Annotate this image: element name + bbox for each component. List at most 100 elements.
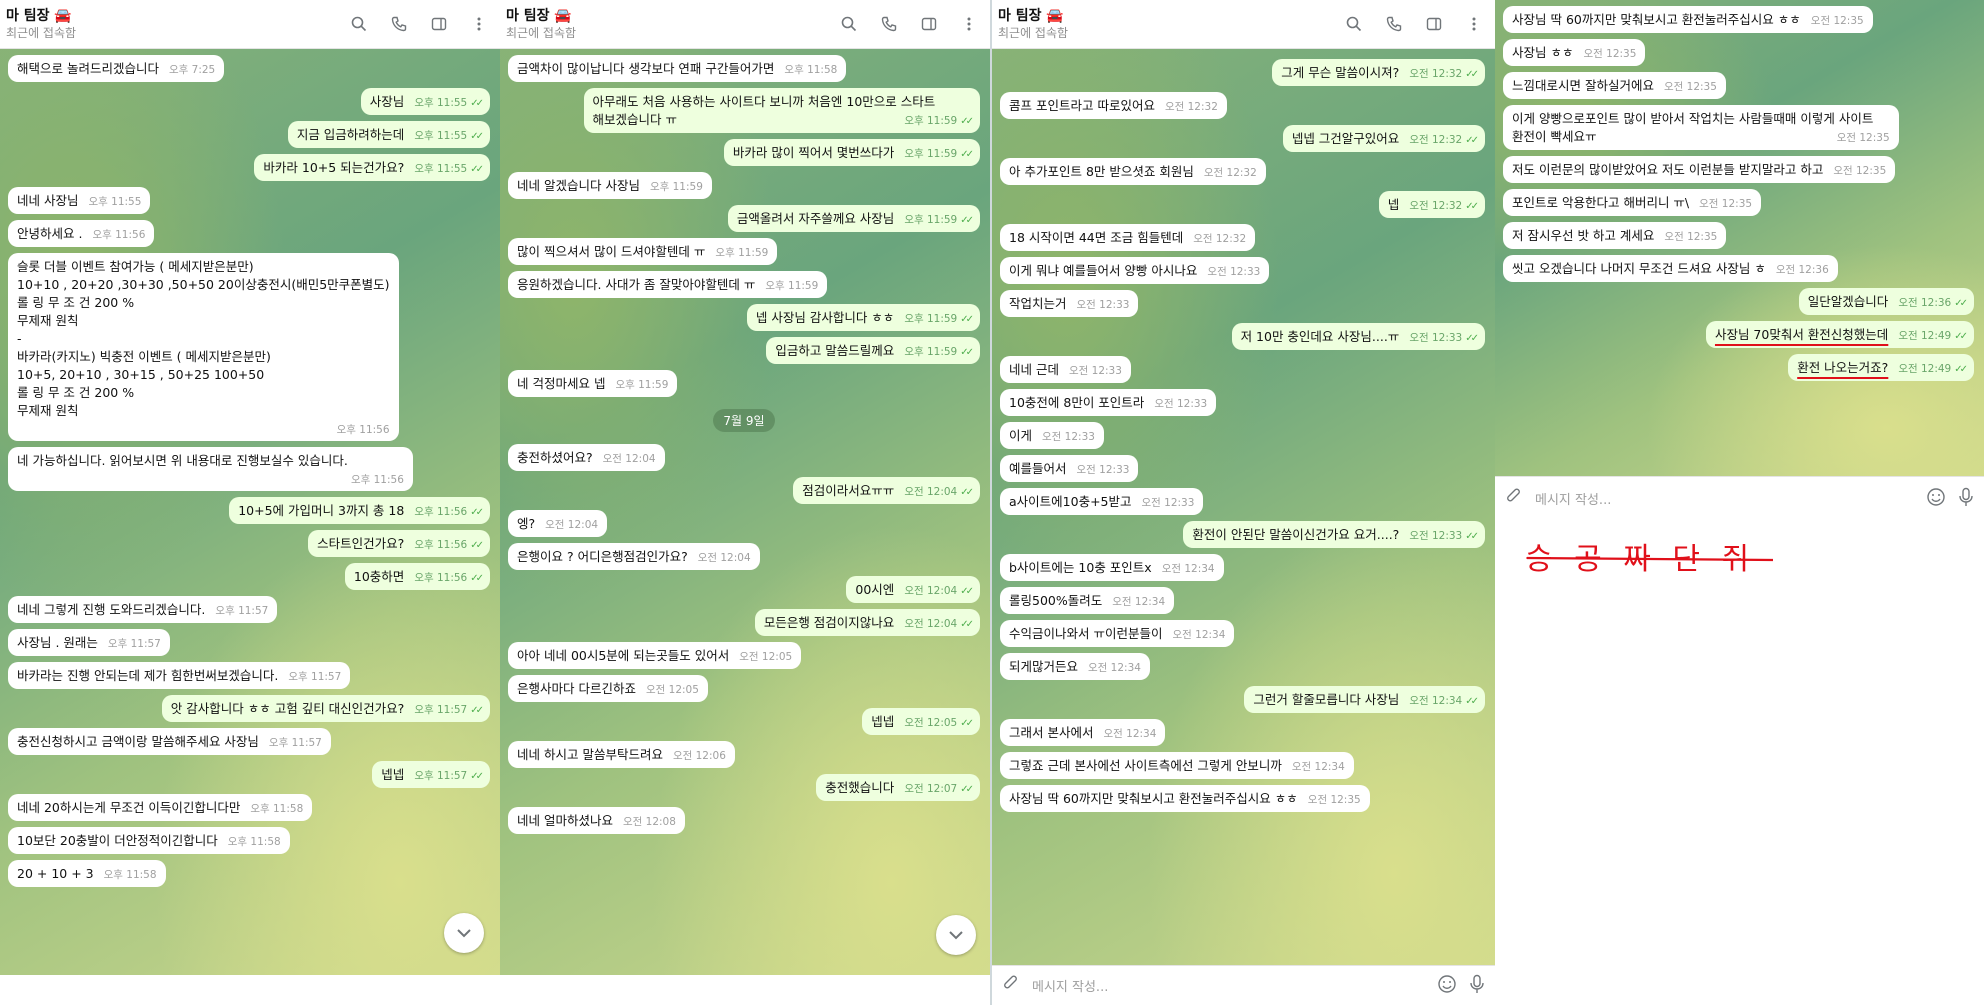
incoming-message[interactable]: 아 추가포인트 8만 받으셧죠 회원님 오전 12:32 (1000, 158, 1266, 185)
incoming-message[interactable]: 이게 뭐냐 예를들어서 양빵 아시나요 오전 12:33 (1000, 257, 1270, 284)
message-input[interactable]: 메시지 작성... (1032, 976, 1425, 995)
incoming-message[interactable]: 네 걱정마세요 넵 오후 11:59 (508, 370, 678, 397)
outgoing-message[interactable]: 모든은행 점검이지않나요 오전 12:04 ✓✓ (754, 609, 980, 636)
incoming-message[interactable]: 사장님 . 원래는 오후 11:57 (8, 629, 170, 656)
incoming-message[interactable]: 은행이요 ? 어디은행점검인가요? 오전 12:04 (508, 543, 760, 570)
incoming-message[interactable]: 예를들어서 오전 12:33 (1000, 455, 1139, 482)
incoming-message[interactable]: 안녕하세요 . 오후 11:56 (8, 220, 155, 247)
message-list[interactable]: 그게 무슨 말씀이시져? 오전 12:32 ✓✓ 콤프 포인트라고 따로있어요 오전 1… (992, 49, 1495, 965)
phone-icon[interactable] (876, 11, 902, 37)
incoming-message[interactable]: 포인트로 악용한다고 해버리니 ㅠ\ 오전 12:35 (1503, 189, 1762, 216)
incoming-message[interactable]: 씻고 오겠습니다 나머지 무조건 드셔요 사장님 ㅎ 오전 12:36 (1503, 255, 1838, 282)
search-icon[interactable] (1341, 11, 1367, 37)
phone-icon[interactable] (386, 11, 412, 37)
incoming-message[interactable]: 저 잠시우선 밧 하고 계세요 오전 12:35 (1503, 222, 1727, 249)
incoming-message[interactable]: 은행사마다 다르긴하죠 오전 12:05 (508, 675, 708, 702)
outgoing-message[interactable]: 점검이라서요ㅠㅠ 오전 12:04 ✓✓ (793, 477, 980, 504)
emoji-icon[interactable] (1926, 487, 1946, 511)
scroll-down-button[interactable] (444, 913, 484, 953)
incoming-message[interactable]: 충전하셨어요? 오전 12:04 (508, 444, 665, 471)
sidebar-icon[interactable] (1421, 11, 1447, 37)
sidebar-icon[interactable] (426, 11, 452, 37)
outgoing-message[interactable]: 아무래도 처음 사용하는 사이트다 보니까 처음엔 10만으로 스타트 해보겠습… (583, 88, 980, 133)
outgoing-message[interactable]: 넵넵 오전 12:05 ✓✓ (862, 708, 980, 735)
outgoing-message[interactable]: 넵넵 오후 11:57 ✓✓ (372, 761, 490, 788)
incoming-message[interactable]: 네네 그렇게 진행 도와드리겠습니다. 오후 11:57 (8, 596, 278, 623)
chat-header[interactable]: 마 팀장 🚘 최근에 접속함 (0, 0, 500, 49)
search-icon[interactable] (346, 11, 372, 37)
incoming-message[interactable]: 슬롯 더블 이벤트 참여가능 ( 메세지받은분만) 10+10 , 20+20 ,… (8, 253, 399, 441)
incoming-message[interactable]: 이게 양빵으로포인트 많이 받아서 작업치는 사람들때매 이렇게 사이트 환전이… (1503, 105, 1899, 150)
incoming-message[interactable]: 네네 20하시는게 무조건 이득이긴합니다만 오후 11:58 (8, 794, 313, 821)
incoming-message[interactable]: 작업치는거 오전 12:33 (1000, 290, 1139, 317)
outgoing-message[interactable]: 그런거 할줄모릅니다 사장님 오전 12:34 ✓✓ (1244, 686, 1485, 713)
outgoing-message[interactable]: 지금 입금하려하는데 오후 11:55 ✓✓ (287, 121, 490, 148)
incoming-message[interactable]: 느낌대로시면 잘하실거에요 오전 12:35 (1503, 72, 1726, 99)
scroll-down-button[interactable] (936, 915, 976, 955)
incoming-message[interactable]: 네네 사장님 오후 11:55 (8, 187, 151, 214)
outgoing-message[interactable]: 넵넵 그건알구있어요 오전 12:32 ✓✓ (1282, 125, 1485, 152)
message-list[interactable]: 사장님 딱 60까지만 맞춰보시고 환전눌러주십시요 ㅎㅎ 오전 12:35 사장님… (1495, 0, 1984, 476)
outgoing-message[interactable]: 그게 무슨 말씀이시져? 오전 12:32 ✓✓ (1272, 59, 1485, 86)
incoming-message[interactable]: 수익금이나와서 ㅠ이런분들이 오전 12:34 (1000, 620, 1235, 647)
incoming-message[interactable]: 그렇죠 근데 본사에선 사이트측에선 그렇게 안보니까 오전 12:34 (1000, 752, 1354, 779)
outgoing-message[interactable]: 충전했습니다 오전 12:07 ✓✓ (816, 774, 980, 801)
outgoing-message[interactable]: 금액올려서 자주쓸께요 사장님 오후 11:59 ✓✓ (727, 205, 980, 232)
incoming-message[interactable]: 사장님 딱 60까지만 맞춰보시고 환전눌러주십시요 ㅎㅎ 오전 12:35 (1000, 785, 1370, 812)
incoming-message[interactable]: 콤프 포인트라고 따로있어요 오전 12:32 (1000, 92, 1227, 119)
outgoing-message[interactable]: 10+5에 가입머니 3까지 총 18 오후 11:56 ✓✓ (229, 497, 490, 524)
outgoing-message[interactable]: 00시엔 오전 12:04 ✓✓ (846, 576, 980, 603)
incoming-message[interactable]: 10보단 20충발이 더안정적이긴합니다 오후 11:58 (8, 827, 290, 854)
incoming-message[interactable]: a사이트에10충+5받고 오전 12:33 (1000, 488, 1204, 515)
sidebar-icon[interactable] (916, 11, 942, 37)
outgoing-message[interactable]: 사장님 오후 11:55 ✓✓ (360, 88, 490, 115)
outgoing-message[interactable]: 앗 감사합니다 ㅎㅎ 고험 깊티 대신인건가요? 오후 11:57 ✓✓ (161, 695, 490, 722)
more-icon[interactable] (466, 11, 492, 37)
chat-header[interactable]: 마 팀장 🚘 최근에 접속함 (500, 0, 990, 49)
incoming-message[interactable]: 많이 찍으셔서 많이 드셔야할텐데 ㅠ 오후 11:59 (508, 238, 778, 265)
incoming-message[interactable]: 저도 이런문의 많이받았어요 저도 이런분들 받지말라고 하고 오전 12:35 (1503, 156, 1896, 183)
incoming-message[interactable]: b사이트에는 10충 포인트x 오전 12:34 (1000, 554, 1224, 581)
incoming-message[interactable]: 네네 알겠습니다 사장님 오후 11:59 (508, 172, 712, 199)
outgoing-message[interactable]: 사장님 70맞춰서 환전신청했는데 오전 12:49 ✓✓ (1705, 321, 1974, 348)
message-input[interactable]: 메시지 작성... (1535, 489, 1914, 508)
mic-icon[interactable] (1958, 487, 1974, 511)
outgoing-message[interactable]: 스타트인건가요? 오후 11:56 ✓✓ (308, 530, 490, 557)
incoming-message[interactable]: 바카라는 진행 안되는데 제가 힘한번써보겠습니다. 오후 11:57 (8, 662, 351, 689)
search-icon[interactable] (836, 11, 862, 37)
incoming-message[interactable]: 18 시작이면 44면 조금 힘들텐데 오전 12:32 (1000, 224, 1256, 251)
incoming-message[interactable]: 네네 근데 오전 12:33 (1000, 356, 1131, 383)
incoming-message[interactable]: 금액차이 많이납니다 생각보다 연패 구간들어가면 오후 11:58 (508, 55, 847, 82)
outgoing-message[interactable]: 바카라 10+5 되는건가요? 오후 11:55 ✓✓ (254, 154, 490, 181)
incoming-message[interactable]: 엥? 오전 12:04 (508, 510, 608, 537)
more-icon[interactable] (1461, 11, 1487, 37)
outgoing-message[interactable]: 환전 나오는거죠? 오전 12:49 ✓✓ (1788, 354, 1974, 381)
incoming-message[interactable]: 응원하겠습니다. 사대가 좀 잘맞아야할텐데 ㅠ 오후 11:59 (508, 271, 828, 298)
emoji-icon[interactable] (1437, 974, 1457, 998)
outgoing-message[interactable]: 10충하면 오후 11:56 ✓✓ (344, 563, 490, 590)
incoming-message[interactable]: 롤링500%돌려도 오전 12:34 (1000, 587, 1175, 614)
incoming-message[interactable]: 충전신청하시고 금액이랑 말씀해주세요 사장님 오후 11:57 (8, 728, 331, 755)
attach-icon[interactable] (1505, 488, 1523, 510)
incoming-message[interactable]: 이게 오전 12:33 (1000, 422, 1104, 449)
mic-icon[interactable] (1469, 974, 1485, 998)
incoming-message[interactable]: 20 + 10 + 3 오후 11:58 (8, 860, 166, 887)
attach-icon[interactable] (1002, 975, 1020, 997)
outgoing-message[interactable]: 바카라 많이 찍어서 몇번쓰다가 오후 11:59 ✓✓ (723, 139, 980, 166)
incoming-message[interactable]: 사장님 딱 60까지만 맞춰보시고 환전눌러주십시요 ㅎㅎ 오전 12:35 (1503, 6, 1873, 33)
incoming-message[interactable]: 10충전에 8만이 포인트라 오전 12:33 (1000, 389, 1217, 416)
chat-header[interactable]: 마 팀장 🚘 최근에 접속함 (992, 0, 1495, 49)
outgoing-message[interactable]: 일단알겠습니다 오전 12:36 ✓✓ (1798, 288, 1974, 315)
outgoing-message[interactable]: 넵 오전 12:32 ✓✓ (1378, 191, 1485, 218)
outgoing-message[interactable]: 입금하고 말씀드릴께요 오후 11:59 ✓✓ (766, 337, 980, 364)
incoming-message[interactable]: 해택으로 놀려드리겠습니다 오후 7:25 (8, 55, 225, 82)
incoming-message[interactable]: 네네 하시고 말씀부탁드려요 오전 12:06 (508, 741, 735, 768)
incoming-message[interactable]: 아아 네네 00시5분에 되는곳들도 있어서 오전 12:05 (508, 642, 802, 669)
outgoing-message[interactable]: 넵 사장님 감사합니다 ㅎㅎ 오후 11:59 ✓✓ (746, 304, 980, 331)
phone-icon[interactable] (1381, 11, 1407, 37)
incoming-message[interactable]: 되게많거든요 오전 12:34 (1000, 653, 1150, 680)
outgoing-message[interactable]: 환전이 안된단 말씀이신건가요 요거....? 오전 12:33 ✓✓ (1183, 521, 1485, 548)
message-list[interactable]: 금액차이 많이납니다 생각보다 연패 구간들어가면 오후 11:58 아무래도 처음… (500, 49, 990, 975)
outgoing-message[interactable]: 저 10만 충인데요 사장님....ㅠ 오전 12:33 ✓✓ (1231, 323, 1485, 350)
more-icon[interactable] (956, 11, 982, 37)
